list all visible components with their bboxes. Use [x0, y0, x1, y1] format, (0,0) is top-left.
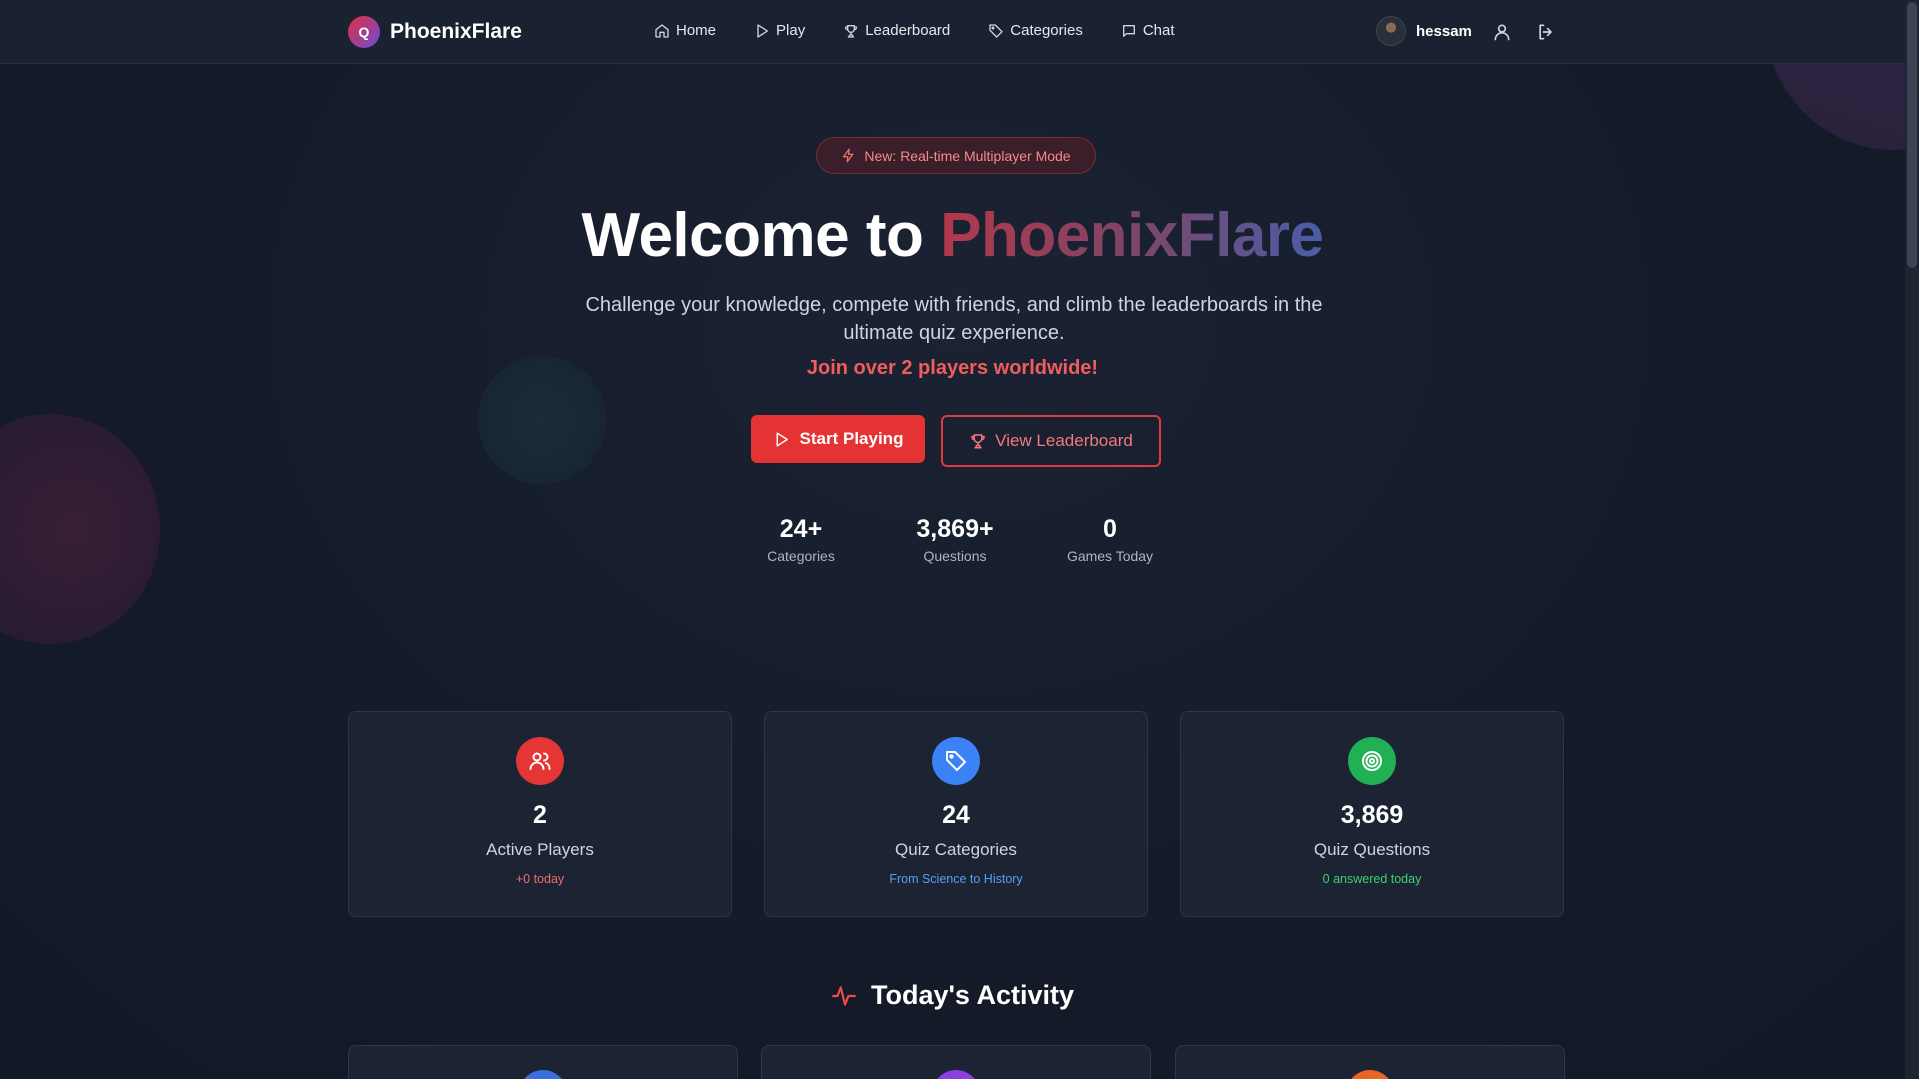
activity-heading: Today's Activity: [0, 980, 1905, 1011]
nav-item-label: Chat: [1142, 22, 1175, 39]
target-icon: [1362, 751, 1382, 771]
card-quiz-questions: 3,869 Quiz Questions 0 answered today: [1180, 711, 1564, 917]
stat-value: 24+: [779, 515, 823, 543]
page-scrollbar[interactable]: [1905, 0, 1919, 1079]
nav-item-leaderboard[interactable]: Leaderboard: [843, 22, 950, 39]
activity-card: [348, 1045, 738, 1079]
main-nav: Home Play Leaderboard Categories Chat: [654, 22, 1213, 39]
brand-logo: Q: [348, 16, 380, 48]
trophy-icon: [845, 24, 858, 38]
nav-item-play[interactable]: Play: [754, 22, 805, 39]
stat-games-today: 0 Games Today: [1030, 515, 1190, 564]
users-icon: [529, 752, 551, 770]
decorative-mask: [0, 646, 200, 706]
activity-card: [761, 1045, 1151, 1079]
card-label: Quiz Questions: [1313, 840, 1431, 859]
nav-item-home[interactable]: Home: [654, 22, 716, 39]
card-quiz-categories: 24 Quiz Categories From Science to Histo…: [764, 711, 1148, 917]
start-playing-button[interactable]: Start Playing: [751, 415, 925, 463]
hero-title: Welcome to PhoenixFlare: [0, 200, 1905, 271]
activity-card-icon-circle: [932, 1070, 980, 1079]
nav-item-chat[interactable]: Chat: [1121, 22, 1175, 39]
card-value: 2: [533, 801, 547, 829]
activity-card: [1175, 1045, 1565, 1079]
card-label: Quiz Categories: [895, 840, 1017, 859]
stat-value: 0: [1103, 515, 1117, 543]
stat-label: Questions: [923, 548, 987, 564]
card-value: 3,869: [1340, 801, 1404, 829]
stat-label: Categories: [767, 548, 835, 564]
username: hessam: [1416, 22, 1472, 40]
hero-join-text: Join over 2 players worldwide!: [806, 357, 1099, 379]
hero-title-prefix: Welcome to: [581, 201, 924, 270]
hero-title-brand: PhoenixFlare: [940, 201, 1324, 270]
profile-icon[interactable]: [1492, 22, 1512, 42]
page: Q PhoenixFlare Home Play Leaderboard Cat…: [0, 0, 1919, 1079]
play-icon: [757, 23, 769, 38]
button-label: Start Playing: [799, 429, 904, 448]
card-icon-circle: [932, 737, 980, 785]
card-value: 24: [942, 801, 970, 829]
badge-text: New: Real-time Multiplayer Mode: [864, 147, 1071, 164]
stat-value: 3,869+: [916, 515, 994, 543]
brand-name: PhoenixFlare: [390, 20, 522, 43]
card-subtext: 0 answered today: [1322, 872, 1422, 886]
card-icon-circle: [516, 737, 564, 785]
lightning-icon: [843, 148, 854, 163]
stat-label: Games Today: [1066, 548, 1154, 564]
trophy-icon: [971, 434, 986, 449]
card-subtext: From Science to History: [889, 872, 1023, 886]
button-label: View Leaderboard: [995, 431, 1133, 450]
card-icon-circle: [1348, 737, 1396, 785]
brand-link[interactable]: Q PhoenixFlare: [348, 16, 522, 48]
new-feature-badge: New: Real-time Multiplayer Mode: [816, 137, 1096, 174]
card-label: Active Players: [486, 840, 594, 859]
nav-item-label: Home: [676, 22, 717, 39]
nav-item-label: Categories: [1010, 22, 1083, 39]
scrollbar-thumb[interactable]: [1907, 2, 1917, 268]
avatar: [1376, 16, 1406, 46]
stat-questions: 3,869+ Questions: [875, 515, 1035, 564]
chat-icon: [1122, 24, 1135, 37]
activity-card-icon-circle: [519, 1070, 567, 1079]
nav-item-label: Leaderboard: [865, 22, 951, 39]
hero-subtitle: Challenge your knowledge, compete with f…: [585, 294, 1323, 344]
decorative-circle: [0, 414, 160, 644]
nav-item-categories[interactable]: Categories: [988, 22, 1083, 39]
logout-icon[interactable]: [1536, 22, 1556, 42]
card-active-players: 2 Active Players +0 today: [348, 711, 732, 917]
tag-icon: [946, 751, 966, 771]
user-menu[interactable]: hessam: [1376, 16, 1472, 46]
top-navbar: Q PhoenixFlare Home Play Leaderboard Cat…: [0, 0, 1905, 64]
view-leaderboard-button[interactable]: View Leaderboard: [941, 415, 1161, 467]
stat-categories: 24+ Categories: [721, 515, 881, 564]
nav-item-label: Play: [776, 22, 806, 39]
card-subtext: +0 today: [515, 872, 565, 886]
activity-icon: [832, 985, 856, 1006]
activity-card-icon-circle: [1346, 1070, 1394, 1079]
tag-icon: [989, 23, 1003, 38]
play-icon: [776, 431, 788, 447]
home-icon: [655, 23, 669, 38]
activity-title: Today's Activity: [871, 980, 1074, 1010]
